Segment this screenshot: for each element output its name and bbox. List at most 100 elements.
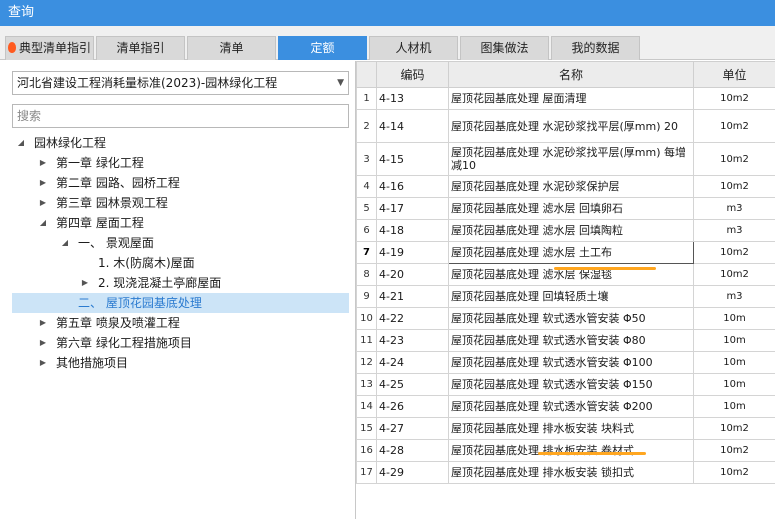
- row-number-cell[interactable]: 12: [356, 351, 377, 374]
- table-row[interactable]: 12 4-24 屋顶花园基底处理 软式透水管安装 Φ100 10m: [356, 351, 775, 374]
- code-cell[interactable]: 4-25: [376, 373, 449, 396]
- collapse-arrow-icon[interactable]: ▶: [38, 333, 48, 353]
- code-cell[interactable]: 4-17: [376, 197, 449, 220]
- code-cell[interactable]: 4-29: [376, 461, 449, 484]
- row-number-cell[interactable]: 15: [356, 417, 377, 440]
- unit-cell[interactable]: 10m2: [693, 417, 775, 440]
- collapse-arrow-icon[interactable]: ▶: [80, 273, 90, 293]
- collapse-arrow-icon[interactable]: ▶: [38, 313, 48, 333]
- name-cell[interactable]: 屋顶花园基底处理 软式透水管安装 Φ150: [448, 373, 694, 396]
- tree-node[interactable]: 1. 木(防腐木)屋面: [12, 253, 349, 273]
- unit-cell[interactable]: 10m2: [693, 142, 775, 176]
- collapse-arrow-icon[interactable]: ▶: [38, 153, 48, 173]
- code-cell[interactable]: 4-20: [376, 263, 449, 286]
- table-row[interactable]: 9 4-21 屋顶花园基底处理 回填轻质土壤 m3: [356, 285, 775, 308]
- tab-bill-guide[interactable]: 清单指引: [96, 36, 185, 60]
- row-number-cell[interactable]: 6: [356, 219, 377, 242]
- name-cell[interactable]: 屋顶花园基底处理 水泥砂浆保护层: [448, 175, 694, 198]
- row-number-cell[interactable]: 5: [356, 197, 377, 220]
- search-input[interactable]: [12, 104, 349, 128]
- name-cell[interactable]: 屋顶花园基底处理 软式透水管安装 Φ200: [448, 395, 694, 418]
- row-number-cell[interactable]: 1: [356, 87, 377, 110]
- unit-cell[interactable]: m3: [693, 197, 775, 220]
- name-cell[interactable]: 屋顶花园基底处理 水泥砂浆找平层(厚mm) 每增减10: [448, 142, 694, 176]
- dropdown-arrow-icon[interactable]: ▼: [337, 72, 344, 94]
- tab-quota[interactable]: 定额: [278, 36, 367, 60]
- column-header-unit[interactable]: 单位: [693, 61, 775, 88]
- unit-cell[interactable]: 10m2: [693, 439, 775, 462]
- tree-node[interactable]: ▶ 第六章 绿化工程措施项目: [12, 333, 349, 353]
- code-cell[interactable]: 4-14: [376, 109, 449, 143]
- name-cell[interactable]: 屋顶花园基底处理 软式透水管安装 Φ50: [448, 307, 694, 330]
- unit-cell[interactable]: 10m: [693, 351, 775, 374]
- table-row[interactable]: 4 4-16 屋顶花园基底处理 水泥砂浆保护层 10m2: [356, 175, 775, 198]
- unit-cell[interactable]: 10m2: [693, 263, 775, 286]
- row-number-cell[interactable]: 7: [356, 241, 377, 264]
- unit-cell[interactable]: 10m: [693, 373, 775, 396]
- name-cell[interactable]: 屋顶花园基底处理 滤水层 土工布: [448, 241, 694, 264]
- collapse-arrow-icon[interactable]: ▶: [38, 193, 48, 213]
- table-row[interactable]: 3 4-15 屋顶花园基底处理 水泥砂浆找平层(厚mm) 每增减10 10m2: [356, 142, 775, 176]
- code-cell[interactable]: 4-26: [376, 395, 449, 418]
- code-cell[interactable]: 4-13: [376, 87, 449, 110]
- table-row[interactable]: 11 4-23 屋顶花园基底处理 软式透水管安装 Φ80 10m: [356, 329, 775, 352]
- table-row[interactable]: 10 4-22 屋顶花园基底处理 软式透水管安装 Φ50 10m: [356, 307, 775, 330]
- tab-typical-bill-guide[interactable]: 典型清单指引: [5, 36, 94, 60]
- table-row[interactable]: 6 4-18 屋顶花园基底处理 滤水层 回填陶粒 m3: [356, 219, 775, 242]
- table-row[interactable]: 7 4-19 屋顶花园基底处理 滤水层 土工布 10m2: [356, 241, 775, 264]
- name-cell[interactable]: 屋顶花园基底处理 软式透水管安装 Φ80: [448, 329, 694, 352]
- code-cell[interactable]: 4-21: [376, 285, 449, 308]
- column-header-code[interactable]: 编码: [376, 61, 449, 88]
- unit-cell[interactable]: 10m: [693, 329, 775, 352]
- code-cell[interactable]: 4-28: [376, 439, 449, 462]
- table-row[interactable]: 15 4-27 屋顶花园基底处理 排水板安装 块料式 10m2: [356, 417, 775, 440]
- unit-cell[interactable]: 10m2: [693, 175, 775, 198]
- tab-labor-material-machine[interactable]: 人材机: [369, 36, 458, 60]
- name-cell[interactable]: 屋顶花园基底处理 滤水层 回填卵石: [448, 197, 694, 220]
- name-cell[interactable]: 屋顶花园基底处理 屋面清理: [448, 87, 694, 110]
- unit-cell[interactable]: 10m2: [693, 87, 775, 110]
- row-number-cell[interactable]: 14: [356, 395, 377, 418]
- name-cell[interactable]: 屋顶花园基底处理 回填轻质土壤: [448, 285, 694, 308]
- unit-cell[interactable]: 10m2: [693, 461, 775, 484]
- column-header-name[interactable]: 名称: [448, 61, 694, 88]
- code-cell[interactable]: 4-18: [376, 219, 449, 242]
- table-row[interactable]: 14 4-26 屋顶花园基底处理 软式透水管安装 Φ200 10m: [356, 395, 775, 418]
- tree-node[interactable]: ◢ 一、 景观屋面: [12, 233, 349, 253]
- name-cell[interactable]: 屋顶花园基底处理 滤水层 回填陶粒: [448, 219, 694, 242]
- name-cell[interactable]: 屋顶花园基底处理 排水板安装 卷材式: [448, 439, 694, 462]
- expand-arrow-icon[interactable]: ◢: [16, 133, 26, 153]
- unit-cell[interactable]: 10m: [693, 307, 775, 330]
- table-row[interactable]: 16 4-28 屋顶花园基底处理 排水板安装 卷材式 10m2: [356, 439, 775, 462]
- row-number-cell[interactable]: 10: [356, 307, 377, 330]
- library-select[interactable]: 河北省建设工程消耗量标准(2023)-园林绿化工程 ▼: [12, 71, 349, 95]
- row-number-cell[interactable]: 11: [356, 329, 377, 352]
- name-cell[interactable]: 屋顶花园基底处理 排水板安装 锁扣式: [448, 461, 694, 484]
- tab-atlas-method[interactable]: 图集做法: [460, 36, 549, 60]
- expand-arrow-icon[interactable]: ◢: [60, 233, 70, 253]
- unit-cell[interactable]: 10m2: [693, 241, 775, 264]
- row-number-cell[interactable]: 9: [356, 285, 377, 308]
- name-cell[interactable]: 屋顶花园基底处理 软式透水管安装 Φ100: [448, 351, 694, 374]
- tree-node[interactable]: ▶ 2. 现浇混凝土亭廊屋面: [12, 273, 349, 293]
- code-cell[interactable]: 4-19: [376, 241, 449, 264]
- tree-node[interactable]: ▶ 第二章 园路、园桥工程: [12, 173, 349, 193]
- unit-cell[interactable]: m3: [693, 219, 775, 242]
- unit-cell[interactable]: 10m: [693, 395, 775, 418]
- row-number-cell[interactable]: 2: [356, 109, 377, 143]
- tree-node[interactable]: 二、 屋顶花园基底处理: [12, 293, 349, 313]
- tree-node[interactable]: ◢ 园林绿化工程: [12, 133, 349, 153]
- tab-my-data[interactable]: 我的数据: [551, 36, 640, 60]
- unit-cell[interactable]: 10m2: [693, 109, 775, 143]
- row-number-cell[interactable]: 16: [356, 439, 377, 462]
- table-row[interactable]: 1 4-13 屋顶花园基底处理 屋面清理 10m2: [356, 87, 775, 110]
- code-cell[interactable]: 4-23: [376, 329, 449, 352]
- row-number-cell[interactable]: 17: [356, 461, 377, 484]
- code-cell[interactable]: 4-15: [376, 142, 449, 176]
- tree-node[interactable]: ◢ 第四章 屋面工程: [12, 213, 349, 233]
- code-cell[interactable]: 4-24: [376, 351, 449, 374]
- tree-node[interactable]: ▶ 第五章 喷泉及喷灌工程: [12, 313, 349, 333]
- row-number-cell[interactable]: 4: [356, 175, 377, 198]
- tab-bill[interactable]: 清单: [187, 36, 276, 60]
- tree-node[interactable]: ▶ 第一章 绿化工程: [12, 153, 349, 173]
